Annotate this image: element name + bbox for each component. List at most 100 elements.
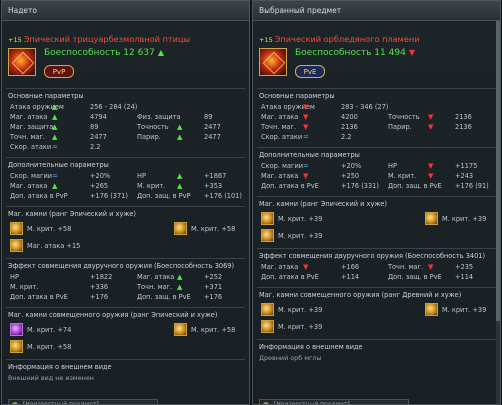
stat-value: 2136 [341, 123, 358, 131]
stat-name: Доп. защ. в PvE [137, 293, 191, 301]
divider [257, 339, 496, 340]
manastone-icon[interactable] [261, 303, 274, 316]
stat-name: HP [137, 172, 146, 180]
divider [257, 248, 496, 249]
stat-name: Точность [137, 123, 169, 131]
stat-value: +252 [204, 273, 223, 281]
mode-badge: PvP [44, 65, 74, 78]
manastone-icon[interactable] [10, 222, 23, 235]
manastone-label: М. крит. +39 [278, 215, 323, 223]
stat-name: Точн. маг. [137, 283, 173, 291]
manastone-icon[interactable] [174, 323, 187, 336]
manastone-icon[interactable] [10, 340, 23, 353]
manastone-icon[interactable] [10, 323, 23, 336]
stat-value: +1867 [204, 172, 227, 180]
arrow-up-icon: ▲ [177, 182, 183, 190]
manastone-label: М. крит. +58 [27, 343, 72, 351]
stat-value: +243 [455, 172, 474, 180]
stat-name: Маг. атака [261, 263, 299, 271]
bonus-row: Скор. магии = +20% HP ▼ +1175 [253, 162, 500, 172]
stat-name: Доп. защ. в PvE [388, 273, 442, 281]
stat-name: Доп. защ. в PvE [388, 182, 442, 190]
divider [257, 88, 496, 89]
stat-name: Точн. маг. [261, 123, 297, 131]
stat-row: Точн. маг. ▼ 2136 Париp. ▼ 2136 [253, 123, 500, 133]
stat-value: +176 (371) [90, 192, 128, 200]
arrow-down-icon: ▼ [428, 113, 434, 121]
stat-name: Маг. атака [261, 113, 299, 121]
arrow-up-icon: ▲ [177, 172, 183, 180]
stat-value: 2136 [455, 123, 472, 131]
item-icon[interactable] [8, 48, 36, 76]
stat-row: Атака оружием ▼ 283 - 346 (27) [253, 103, 500, 113]
stat-value: +20% [341, 162, 362, 170]
stat-row: Скор. атаки = 2.2 [2, 143, 249, 153]
divider [6, 307, 245, 308]
arrow-up-icon: ▲ [52, 182, 58, 190]
bonus-row: HP +1822 Маг. атака ▲ +252 [2, 273, 249, 283]
stat-name: Физ. защита [137, 113, 181, 121]
divider [6, 359, 245, 360]
divider [6, 258, 245, 259]
equal-icon: = [52, 172, 58, 180]
gear-score-label: Боеспособность 11 494 [295, 48, 406, 58]
scrollbar[interactable] [496, 21, 500, 404]
section-title: Маг. камни совмещенного оружия (ранг Эпи… [8, 311, 218, 319]
divider [257, 196, 496, 197]
stat-row: Атака оружием ▲ 256 - 284 (24) [2, 103, 249, 113]
manastone-icon[interactable] [10, 239, 23, 252]
arrow-down-icon: ▼ [408, 48, 415, 57]
stat-value: 2477 [204, 133, 221, 141]
divider [6, 206, 245, 207]
stat-name: Скор. атаки [261, 133, 303, 141]
manastone-icon[interactable] [261, 212, 274, 225]
gear-score-label: Боеспособность 12 637 [44, 48, 155, 58]
stat-value: 4794 [90, 113, 107, 121]
appearance-value: Внешний вид не изменен [8, 374, 94, 382]
manastone-icon[interactable] [261, 320, 274, 333]
arrow-down-icon: ▼ [303, 123, 309, 131]
section-title: Эффект совмещения двуручного оружия (Бое… [259, 252, 486, 260]
stat-value: +235 [455, 263, 474, 271]
stat-name: Маг. атака [137, 273, 175, 281]
manastone-icon[interactable] [261, 229, 274, 242]
item-icon[interactable] [259, 48, 287, 76]
item-link-button[interactable]: [Неизвестный предмет] [259, 399, 409, 404]
gear-score: Боеспособность 11 494 ▼ [295, 48, 415, 58]
section-title: Информация о внешнем виде [8, 363, 112, 371]
panel-header: Надето [2, 1, 249, 21]
stat-value: +1822 [90, 273, 113, 281]
scrollbar-thumb[interactable] [496, 21, 500, 321]
manastone-label: М. крит. +39 [278, 323, 323, 331]
stat-name: Доп. атака в PvE [10, 293, 68, 301]
manastone-icon[interactable] [425, 212, 438, 225]
stat-value: +176 (331) [341, 182, 379, 190]
item-link-button[interactable]: [Неизвестный предмет] [8, 399, 158, 404]
stat-value: +371 [204, 283, 223, 291]
bonus-row: М. крит. +336 Точн. маг. ▲ +371 [2, 283, 249, 293]
stat-name: Доп. атака в PvP [10, 192, 68, 200]
stat-name: HP [10, 273, 19, 281]
divider [6, 157, 245, 158]
stat-value: +176 (91) [455, 182, 489, 190]
stat-value: +353 [204, 182, 223, 190]
arrow-up-icon: ▲ [177, 283, 183, 291]
section-title: Эффект совмещения двуручного оружия (Бое… [8, 262, 235, 270]
stat-value: 283 - 346 (27) [341, 103, 389, 111]
arrow-down-icon: ▼ [428, 123, 434, 131]
manastone-icon[interactable] [425, 303, 438, 316]
stat-value: +250 [341, 172, 360, 180]
manastone-icon[interactable] [174, 222, 187, 235]
manastone-label: М. крит. +58 [27, 225, 72, 233]
item-title: +15 Эпический трицуарбезмолвной птицы [8, 34, 190, 44]
stat-value: +336 [90, 283, 109, 291]
section-title: Информация о внешнем виде [259, 343, 363, 351]
bonus-row: Доп. атака в PvE +176 Доп. защ. в PvE +176 [2, 293, 249, 303]
arrow-down-icon: ▼ [428, 263, 434, 271]
stat-value: 256 - 284 (24) [90, 103, 138, 111]
stat-value: +1175 [455, 162, 478, 170]
stat-row: Точн. маг. ▲ 2477 Париp. ▲ 2477 [2, 133, 249, 143]
arrow-up-icon: ▲ [52, 123, 58, 131]
section-title: Маг. камни совмещенного оружия (ранг Дре… [259, 291, 462, 299]
manastone-label: М. крит. +58 [191, 225, 236, 233]
